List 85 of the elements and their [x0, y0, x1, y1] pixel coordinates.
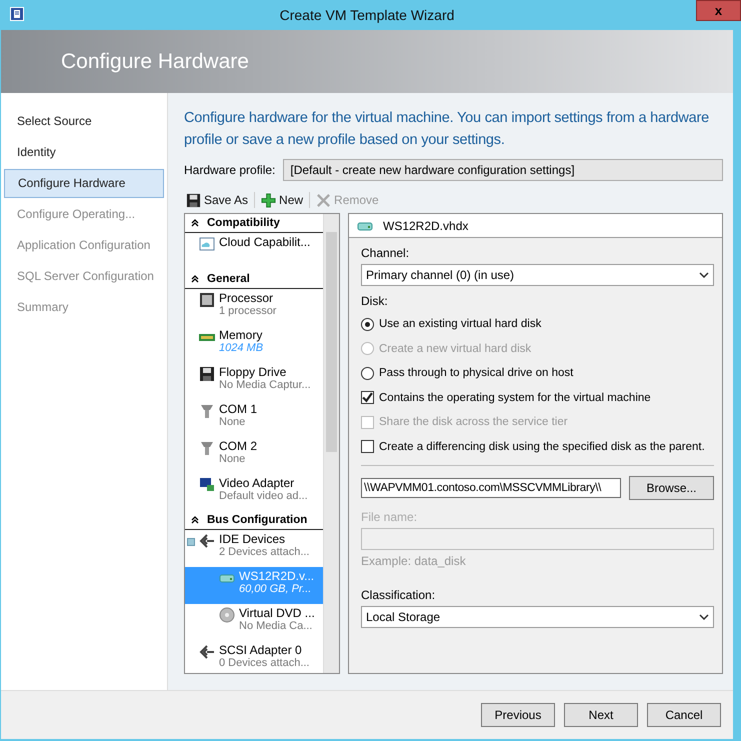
port-icon: [199, 440, 215, 456]
item-detail: No Media Ca...: [239, 620, 314, 632]
field-label: File name:: [361, 510, 418, 524]
item-detail: 0 Devices attach...: [219, 657, 310, 669]
item-name: COM 1: [219, 402, 258, 416]
item-name: COM 2: [219, 439, 258, 453]
close-button[interactable]: x: [696, 0, 741, 21]
item-detail: No Media Captur...: [219, 379, 311, 391]
item-detail: None: [219, 453, 246, 465]
item-name: WS12R2D.v...: [239, 569, 314, 583]
radio-button[interactable]: [361, 366, 374, 380]
tree-item[interactable]: Memory 1024 MB: [185, 326, 323, 363]
caret-icon: [699, 614, 709, 620]
app-icon: [10, 7, 24, 21]
floppy-icon: [199, 366, 215, 382]
item-name: Memory: [219, 328, 264, 342]
caret-icon: [699, 272, 709, 278]
tree-item[interactable]: Video Adapter Default video ad...: [185, 474, 323, 511]
checkbox-option[interactable]: Create a differencing disk using the specified disk as the parent.: [361, 434, 714, 459]
tree-item[interactable]: Cloud Capabilit...: [185, 233, 323, 270]
classification-dropdown[interactable]: Local Storage: [361, 606, 714, 628]
tree-item[interactable]: IDE Devices 2 Devices attach...: [185, 530, 323, 567]
path-field[interactable]: \\WAPVMM01.contoso.com\MSSCVMMLibrary\\: [361, 478, 621, 498]
window-title: Create VM Template Wizard: [280, 7, 454, 23]
collapse-icon[interactable]: [191, 516, 199, 524]
wizard-button[interactable]: Cancel: [647, 703, 721, 727]
item-name: Cloud Capabilit...: [219, 235, 310, 249]
tree-item[interactable]: COM 2 None: [185, 437, 323, 474]
checkbox[interactable]: [361, 440, 374, 454]
checkbox[interactable]: [361, 391, 374, 404]
field-label: Hardware profile:: [184, 163, 276, 177]
port-icon: [199, 403, 215, 419]
tree-item[interactable]: Floppy Drive No Media Captur...: [185, 363, 323, 400]
wizard-button[interactable]: Previous: [481, 703, 555, 727]
item-name: Virtual DVD ...: [239, 606, 315, 620]
tree-item[interactable]: Processor 1 processor: [185, 289, 323, 326]
item-name: Floppy Drive: [219, 365, 288, 379]
field-label: Channel:: [361, 246, 410, 260]
profile-field[interactable]: [Default - create new hardware configuration settings]: [283, 159, 723, 181]
monitor-icon: [199, 477, 215, 493]
item-detail: 1024 MB: [219, 342, 264, 354]
item-detail: None: [219, 416, 246, 428]
item-name: IDE Devices: [219, 532, 286, 546]
browse-button[interactable]: Browse...: [629, 476, 714, 500]
channel-dropdown[interactable]: Primary channel (0) (in use): [361, 264, 714, 286]
page-title: Configure Hardware: [61, 50, 249, 74]
cloud-window-icon: [199, 236, 215, 252]
collapse-icon[interactable]: [191, 275, 199, 283]
section-heading: Bus Configuration: [207, 514, 308, 526]
nav-item[interactable]: Configure Hardware: [4, 169, 164, 198]
collapse-icon[interactable]: [191, 219, 199, 227]
item-name: Processor: [219, 291, 274, 305]
toolbar-button[interactable]: New: [259, 192, 306, 208]
disk-title: WS12R2D.vhdx: [383, 218, 468, 232]
intro-text: Configure hardware for the virtual machine. You can import settings from a hardware profile or save a new profile based on your settings.: [184, 109, 710, 150]
radio-option[interactable]: Pass through to physical drive on host: [361, 361, 714, 386]
tree-item[interactable]: Virtual DVD ... No Media Ca...: [185, 604, 323, 641]
checkbox-option[interactable]: Contains the operating system for the virtual machine: [361, 386, 714, 410]
radio-option[interactable]: Use an existing virtual hard disk: [361, 312, 714, 336]
item-detail: 60,00 GB, Pr...: [239, 583, 312, 595]
item-detail: 2 Devices attach...: [219, 546, 310, 558]
tree-item[interactable]: SCSI Adapter 0 0 Devices attach...: [185, 641, 323, 673]
item-detail: Default video ad...: [219, 490, 308, 502]
section-heading: Compatibility: [207, 217, 280, 229]
plus-icon: [261, 192, 276, 208]
disc-icon: [219, 607, 235, 623]
save-icon: [186, 192, 201, 208]
nav-item[interactable]: Select Source: [4, 107, 164, 136]
connector-icon: [199, 644, 215, 660]
toolbar-button[interactable]: Save As: [184, 192, 250, 208]
chip-icon: [199, 292, 215, 308]
radio-button[interactable]: [361, 318, 374, 331]
item-name: SCSI Adapter 0: [219, 643, 303, 657]
x-icon: [316, 192, 332, 208]
section-heading: General: [207, 273, 250, 285]
field-label: Classification:: [361, 588, 436, 602]
connector-icon: [199, 533, 215, 549]
scrollbar[interactable]: [323, 214, 339, 673]
tree-item[interactable]: COM 1 None: [185, 400, 323, 437]
hint-text: Example: data_disk: [361, 554, 467, 568]
item-detail: 1 processor: [219, 305, 276, 317]
field-label: Disk:: [361, 294, 389, 308]
wizard-button[interactable]: Next: [564, 703, 638, 727]
item-name: Video Adapter: [219, 476, 296, 490]
nav-item[interactable]: Identity: [4, 138, 164, 167]
